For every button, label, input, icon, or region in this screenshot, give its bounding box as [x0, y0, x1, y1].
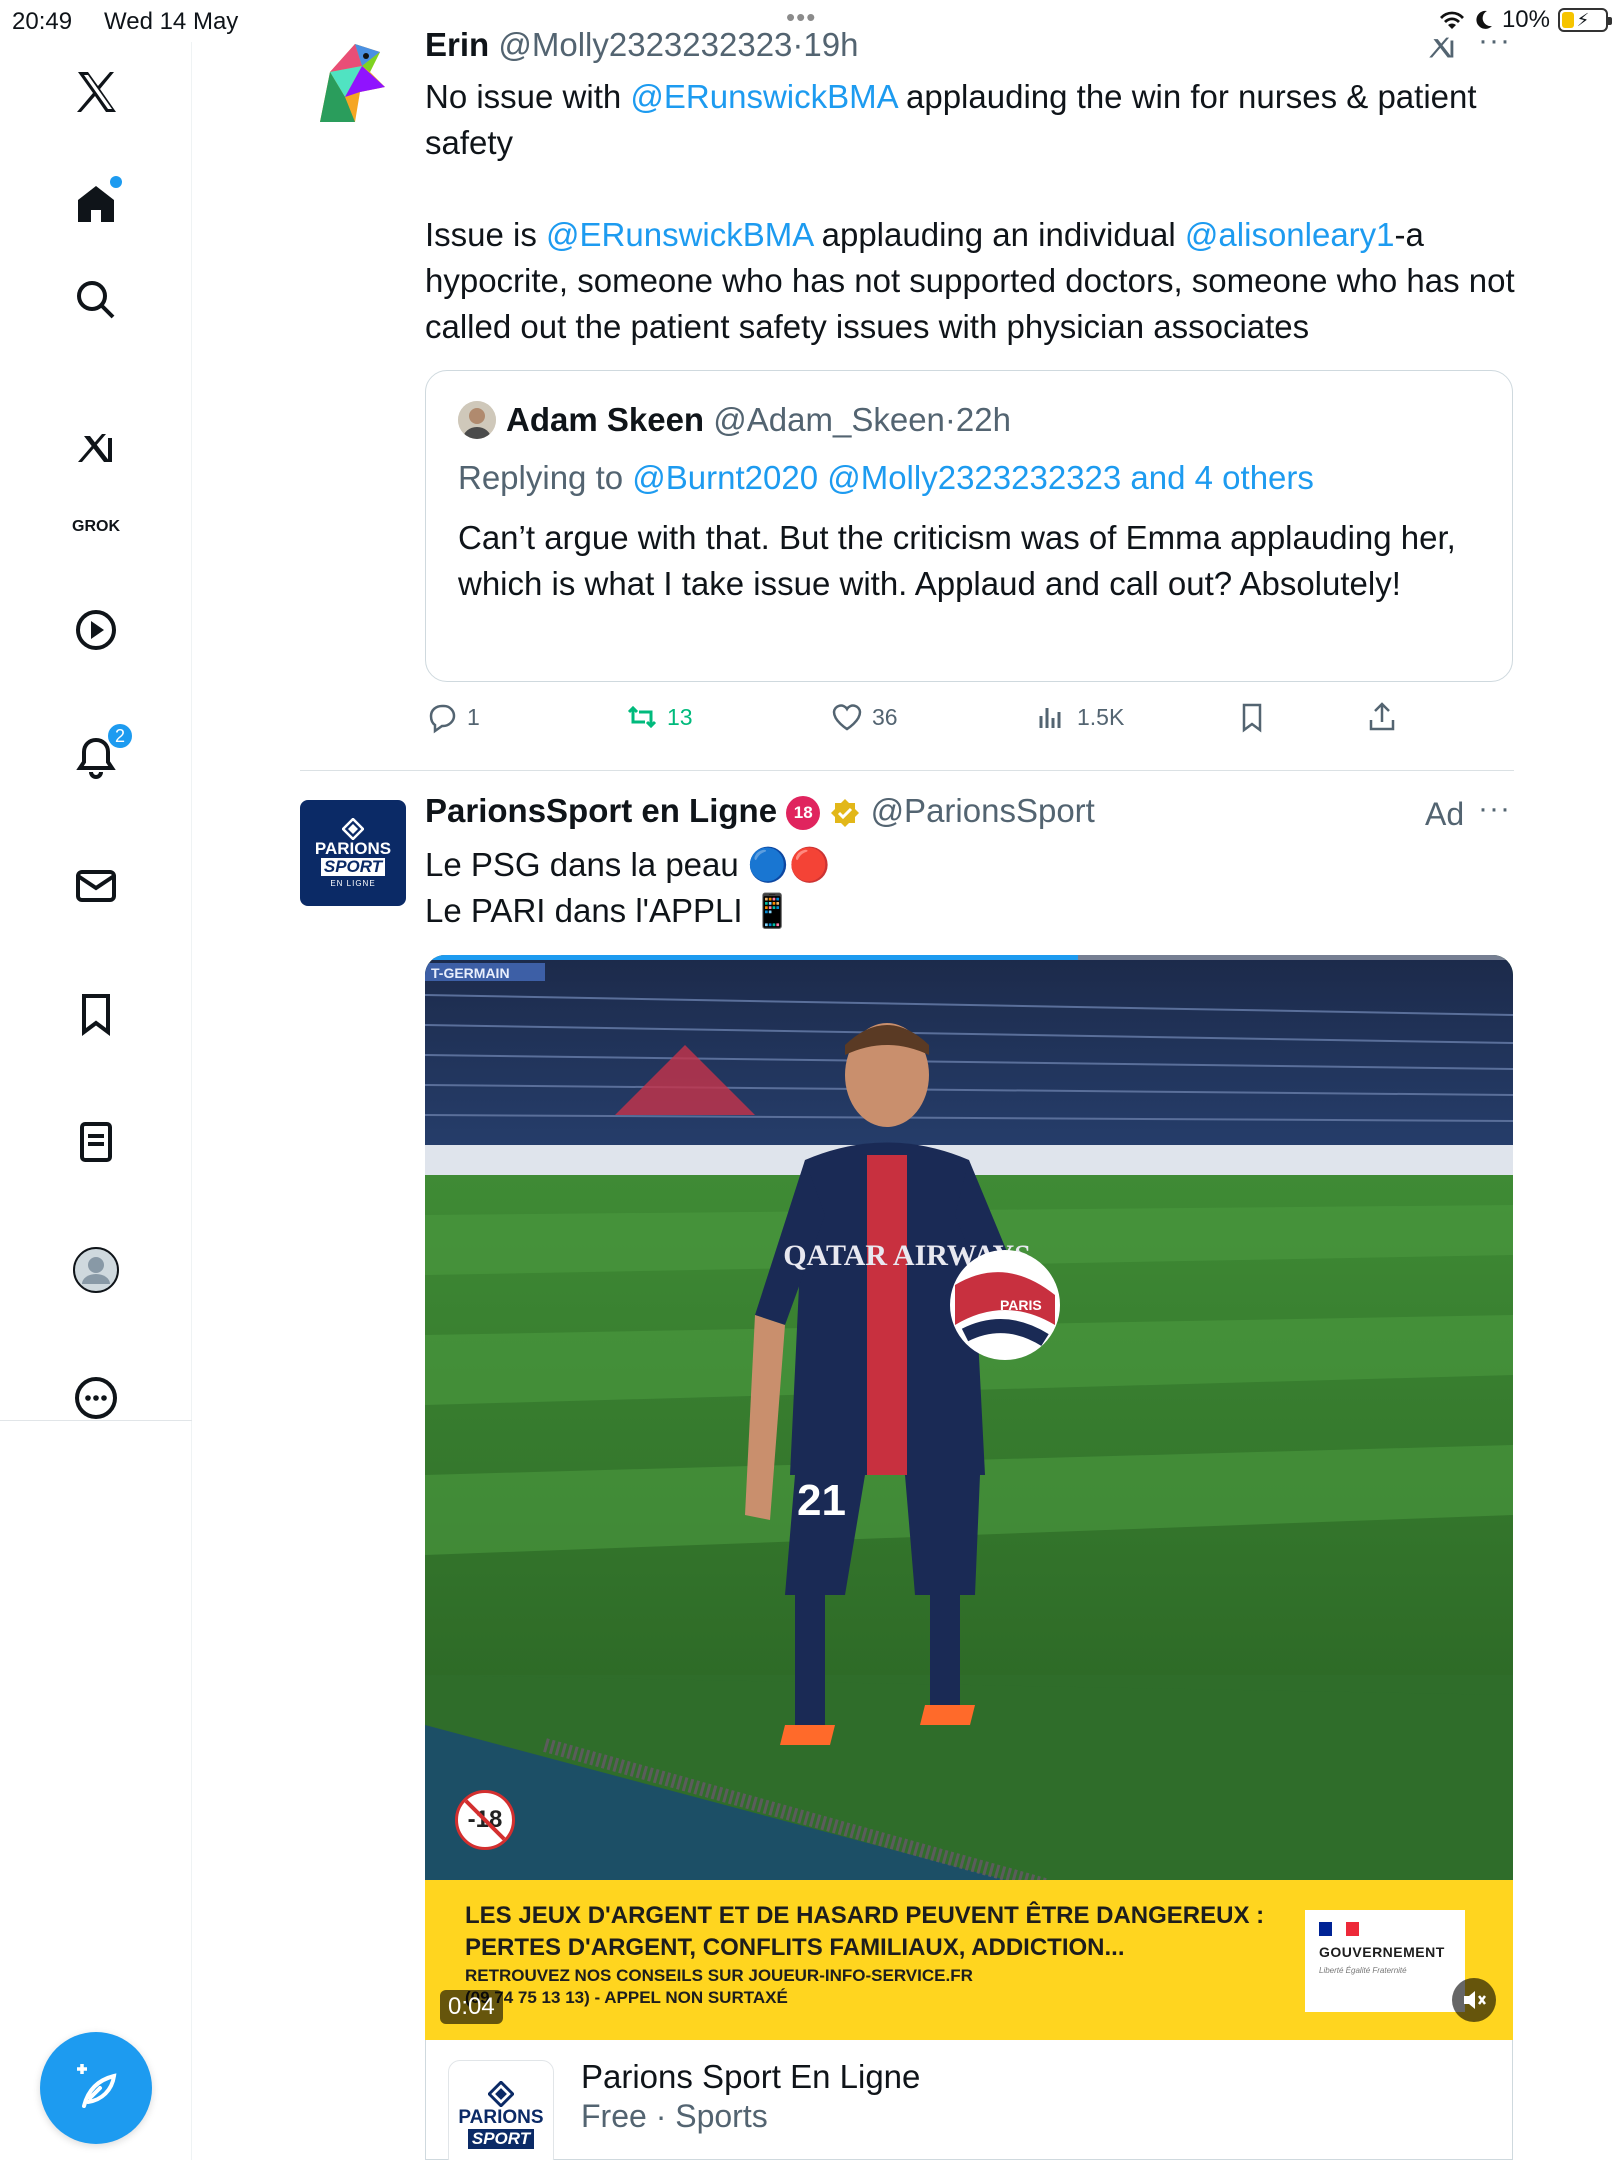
age-restricted-18-icon: 18 — [786, 796, 821, 831]
tweet1-more-button[interactable]: ··· — [1478, 24, 1511, 58]
grok-small-icon[interactable] — [1425, 32, 1459, 66]
video-timestamp: 0:04 — [440, 1990, 503, 2024]
erin-avatar[interactable] — [300, 32, 400, 132]
repost-count: 13 — [667, 703, 693, 730]
share-icon — [1369, 702, 1395, 731]
bookmark-icon — [1242, 703, 1262, 733]
warning-line-4: (09 74 75 13 13) - APPEL NON SURTAXÉ — [465, 1988, 788, 2007]
grok-icon[interactable] — [66, 420, 126, 480]
search-icon[interactable] — [66, 270, 126, 330]
parionssport-diamond-icon — [488, 2081, 514, 2107]
views-count: 1.5K — [1077, 703, 1125, 730]
status-right: 10% ⚡ — [1438, 6, 1612, 34]
sidebar: GROK 2 — [0, 42, 192, 2160]
quote-replying-mentions[interactable]: @Burnt2020 @Molly2323232323 and 4 others — [632, 459, 1314, 496]
status-date: Wed 14 May — [104, 8, 239, 35]
home-icon[interactable] — [66, 174, 126, 234]
mute-toggle-button[interactable] — [1452, 1978, 1496, 2022]
bookmark-button[interactable] — [1235, 700, 1269, 734]
video-icon[interactable] — [66, 600, 126, 660]
messages-envelope-icon[interactable] — [66, 856, 126, 916]
tweet2-more-button[interactable]: ··· — [1478, 792, 1511, 826]
tweet1-paragraph-1: No issue with @ERunswickBMA applauding t… — [425, 78, 1477, 161]
tweet2-name[interactable]: ParionsSport en Ligne — [425, 792, 777, 829]
gambling-warning-banner: LES JEUX D'ARGENT ET DE HASARD PEUVENT Ê… — [425, 1880, 1513, 2040]
tweet1-sep: · — [792, 26, 804, 63]
warning-line-3: RETROUVEZ NOS CONSEILS SUR JOUEUR-INFO-S… — [465, 1966, 973, 1985]
svg-text:21: 21 — [797, 1476, 846, 1525]
heart-icon — [832, 704, 862, 731]
tweet2-author-line: ParionsSport en Ligne 18 @ParionsSport — [425, 792, 1095, 831]
speaker-muted-icon — [1464, 1991, 1486, 2009]
share-button[interactable] — [1365, 700, 1399, 734]
app-title: Parions Sport En Ligne — [581, 2058, 921, 2095]
notifications-bell-icon[interactable]: 2 — [66, 722, 134, 788]
wifi-icon — [1439, 11, 1464, 30]
sidebar-divider — [0, 1420, 192, 1421]
app-subtitle: Free · Sports — [581, 2098, 768, 2134]
tweet1-author-line: Erin @Molly2323232323·19h — [425, 26, 858, 64]
tweet1-paragraph-2: Issue is @ERunswickBMA applauding an ind… — [425, 216, 1515, 345]
reply-icon — [429, 704, 456, 734]
tweet2-line-1: Le PSG dans la peau 🔵🔴 — [425, 846, 831, 883]
notifications-badge: 2 — [106, 722, 134, 750]
tweet1-handle[interactable]: @Molly2323232323 — [498, 26, 792, 63]
x-logo-icon[interactable] — [66, 62, 126, 122]
tweet2-handle[interactable]: @ParionsSport — [871, 792, 1095, 829]
repost-icon — [627, 705, 657, 729]
bookmarks-icon[interactable] — [66, 984, 126, 1044]
tweet1-time[interactable]: 19h — [803, 26, 858, 63]
warning-line-1: LES JEUX D'ARGENT ET DE HASARD PEUVENT Ê… — [465, 1902, 1265, 1929]
like-button[interactable]: 36 — [830, 700, 898, 734]
quote-time: 22h — [955, 401, 1011, 438]
ad-video-player[interactable]: T-GERMAIN QATAR AIRWAYS 21 PARIS — [425, 955, 1513, 2040]
home-new-dot — [110, 176, 122, 188]
video-progress-bar[interactable] — [425, 955, 1513, 960]
gouvernement-logo: GOUVERNEMENT Liberté Égalité Fraternité — [1305, 1910, 1465, 2012]
views-bar-icon — [1039, 708, 1061, 728]
ad-label: Ad — [1425, 796, 1465, 832]
compose-post-button[interactable] — [40, 2032, 152, 2144]
tweet2-line-2: Le PARI dans l'APPLI 📱 — [425, 892, 793, 929]
svg-text:T-GERMAIN: T-GERMAIN — [431, 965, 510, 981]
tweet1-name[interactable]: Erin — [425, 26, 489, 63]
quote-name: Adam Skeen — [506, 401, 705, 438]
svg-text:PARIS: PARIS — [1000, 1297, 1042, 1313]
mention-erunswickbma-2[interactable]: @ERunswickBMA — [546, 216, 812, 253]
app-install-card[interactable]: PARIONS SPORT Parions Sport En Ligne Fre… — [425, 2040, 1513, 2160]
tweet-divider — [300, 770, 1514, 771]
mention-alisonleary1[interactable]: @alisonleary1 — [1185, 216, 1395, 253]
status-time: 20:49 — [12, 8, 73, 35]
app-icon: PARIONS SPORT — [448, 2060, 554, 2160]
mention-erunswickbma[interactable]: @ERunswickBMA — [630, 78, 896, 115]
parionssport-avatar[interactable]: PARIONS SPORT EN LIGNE — [300, 800, 406, 906]
parionssport-logo-icon — [342, 818, 364, 840]
warning-line-2: PERTES D'ARGENT, CONFLITS FAMILIAUX, ADD… — [465, 1934, 1125, 1961]
quote-replying-to: Replying to @Burnt2020 @Molly2323232323 … — [458, 459, 1314, 496]
lists-icon[interactable] — [66, 1112, 126, 1172]
views-button[interactable]: 1.5K — [1035, 700, 1124, 734]
profile-avatar-icon[interactable] — [66, 1240, 126, 1300]
video-frame-stadium: T-GERMAIN QATAR AIRWAYS 21 PARIS — [425, 955, 1513, 1892]
reply-count: 1 — [467, 703, 480, 730]
like-count: 36 — [872, 703, 898, 730]
quoted-tweet-card[interactable]: Adam Skeen @Adam_Skeen·22h Replying to @… — [425, 370, 1513, 682]
french-flag-icon — [1319, 1922, 1359, 1936]
tweet1-actions: 1 13 36 1.5K — [425, 700, 1505, 740]
quote-handle: @Adam_Skeen — [713, 401, 945, 438]
compose-feather-icon — [77, 2064, 117, 2108]
quote-text: Can’t argue with that. But the criticism… — [458, 519, 1456, 602]
quote-author-line: Adam Skeen @Adam_Skeen·22h — [506, 401, 1011, 438]
grok-label: GROK — [72, 518, 120, 535]
adam-skeen-avatar — [458, 401, 496, 439]
more-options-icon[interactable] — [66, 1368, 126, 1428]
reply-button[interactable]: 1 — [425, 700, 480, 734]
age-18-restriction-icon: -18 — [455, 1790, 515, 1850]
repost-button[interactable]: 13 — [625, 700, 693, 734]
verified-gold-badge-icon — [829, 797, 861, 829]
battery-icon: ⚡ — [1558, 8, 1612, 32]
